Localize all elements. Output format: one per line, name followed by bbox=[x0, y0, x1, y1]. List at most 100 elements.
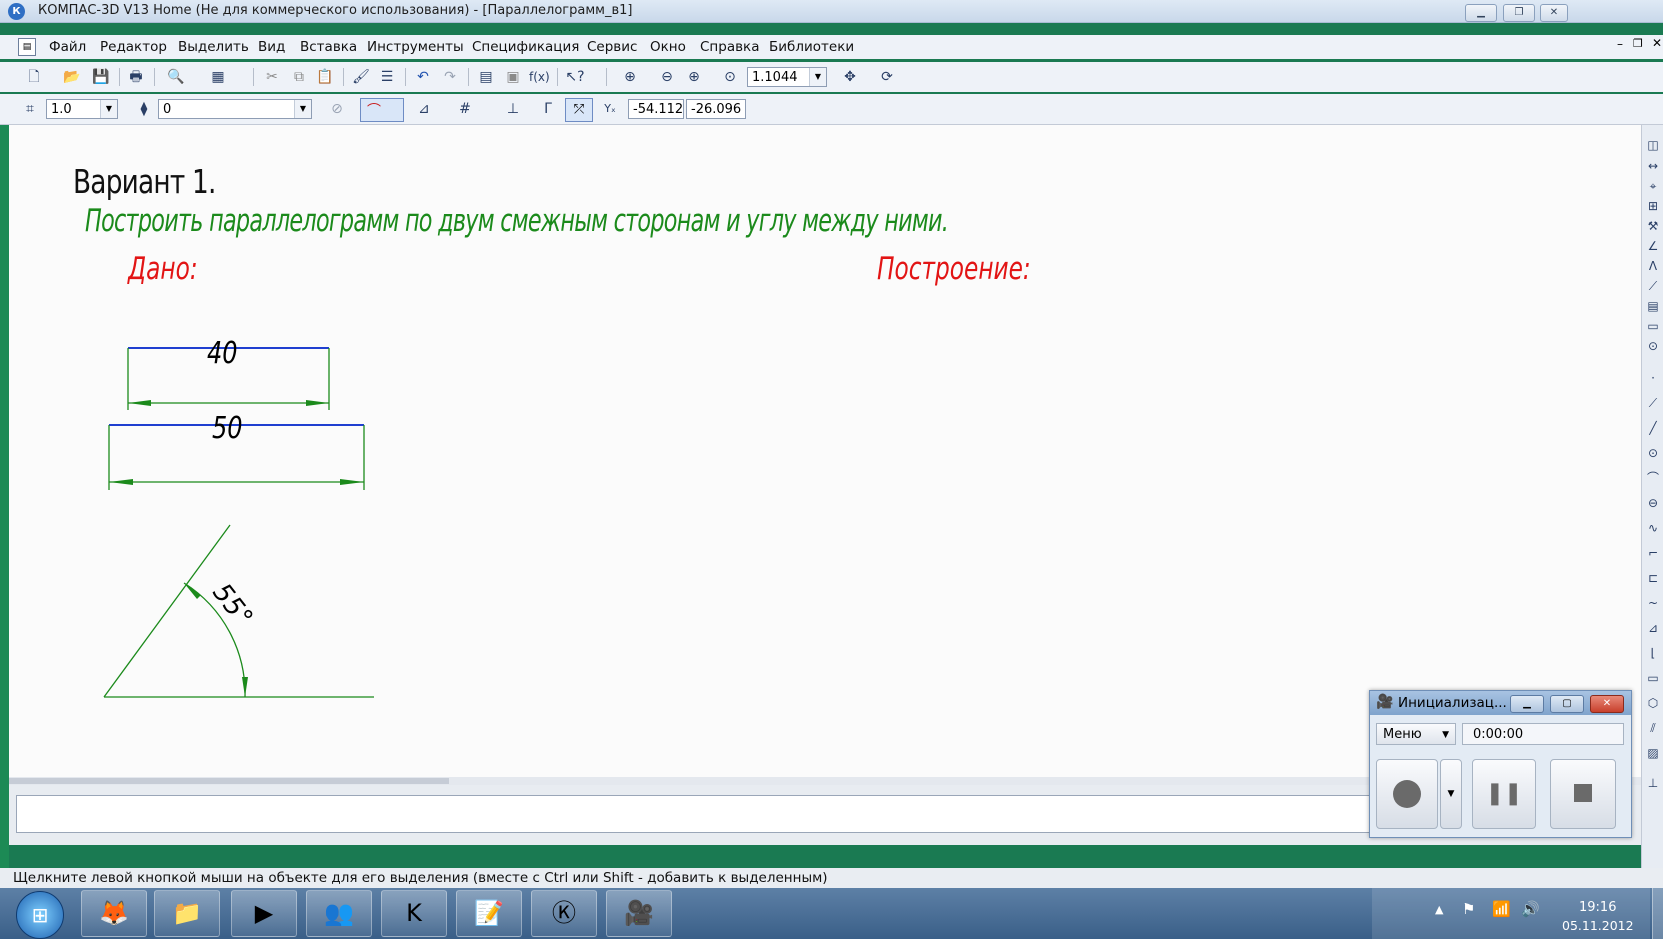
equidistant-icon[interactable]: ⫽ bbox=[1645, 720, 1661, 736]
symbols-icon[interactable]: ⌖ bbox=[1645, 178, 1661, 194]
recorder-maximize-button[interactable]: ▢ bbox=[1550, 695, 1584, 713]
menu-file[interactable]: Файл bbox=[49, 39, 86, 55]
doc-minimize-button[interactable]: – bbox=[1617, 37, 1623, 51]
point-icon[interactable]: · bbox=[1645, 370, 1661, 386]
measure-icon[interactable]: ∠ bbox=[1645, 238, 1661, 254]
menu-view[interactable]: Вид bbox=[258, 39, 285, 55]
recorder-close-button[interactable]: ✕ bbox=[1590, 695, 1624, 713]
redo-icon[interactable]: ↷ bbox=[440, 68, 460, 86]
variables-fx-icon[interactable]: f(x) bbox=[529, 68, 550, 86]
polyline-icon[interactable]: ⌐ bbox=[1645, 545, 1661, 561]
action-center-flag-icon[interactable]: ⚑ bbox=[1462, 900, 1475, 918]
segment-icon[interactable]: ╱ bbox=[1645, 420, 1661, 436]
tray-expand-icon[interactable]: ▲ bbox=[1435, 903, 1443, 916]
paste-icon[interactable]: 📋 bbox=[315, 68, 335, 86]
coord-x-field[interactable]: -54.112 bbox=[628, 99, 684, 119]
properties-brush-icon[interactable]: 🖌 bbox=[351, 68, 371, 86]
record-options-button[interactable]: ▼ bbox=[1440, 759, 1462, 829]
chevron-down-icon[interactable]: ▼ bbox=[294, 100, 311, 118]
coord-y-field[interactable]: -26.096 bbox=[686, 99, 746, 119]
circle-icon[interactable]: ⊙ bbox=[1645, 445, 1661, 461]
recorder-menu-button[interactable]: Меню ▼ bbox=[1376, 723, 1456, 745]
recorder-window[interactable]: 🎥 Инициализац... ▁ ▢ ✕ Меню ▼ 0:00:00 ▼ … bbox=[1369, 690, 1632, 838]
grid-icon[interactable]: # bbox=[455, 100, 475, 118]
parametrization-icon[interactable]: ⚒ bbox=[1645, 218, 1661, 234]
local-cs-icon[interactable]: ⊥ bbox=[503, 100, 523, 118]
explorer-icon[interactable]: 📁 bbox=[154, 890, 220, 937]
spline-icon[interactable]: ∿ bbox=[1645, 520, 1661, 536]
camtasia-icon[interactable]: 🎥 bbox=[606, 890, 672, 937]
menu-select[interactable]: Выделить bbox=[178, 39, 249, 55]
layers-icon[interactable]: ▤ bbox=[476, 68, 496, 86]
chevron-down-icon[interactable]: ▼ bbox=[100, 100, 117, 118]
zoom-out-icon[interactable]: ⊖ bbox=[657, 68, 677, 86]
record-button[interactable] bbox=[1376, 759, 1438, 829]
cut-icon[interactable]: ✂ bbox=[262, 68, 282, 86]
refresh-icon[interactable]: ⟳ bbox=[877, 68, 897, 86]
pan-icon[interactable]: ✥ bbox=[840, 68, 860, 86]
notepad-icon[interactable]: 📝 bbox=[456, 890, 522, 937]
recorder-title-bar[interactable]: 🎥 Инициализац... ▁ ▢ ✕ bbox=[1370, 691, 1631, 715]
media-player-icon[interactable]: ▶ bbox=[231, 890, 297, 937]
command-input-field[interactable] bbox=[16, 795, 1378, 833]
round-icon[interactable]: Γ bbox=[538, 100, 558, 118]
menu-edit[interactable]: Редактор bbox=[100, 39, 167, 55]
step-combo[interactable]: 1.0 ▼ bbox=[46, 99, 118, 119]
menu-libraries[interactable]: Библиотеки bbox=[769, 39, 854, 55]
rectangle-icon[interactable]: ▭ bbox=[1645, 670, 1661, 686]
kompas-logo-icon[interactable]: К bbox=[8, 3, 25, 20]
close-button[interactable]: ✕ bbox=[1540, 4, 1568, 22]
scrollbar-thumb[interactable] bbox=[9, 778, 449, 784]
parametric-mode-button[interactable]: ⤱ bbox=[565, 98, 593, 122]
library-manager-icon[interactable]: ▣ bbox=[503, 68, 523, 86]
chamfer-icon[interactable]: ⊿ bbox=[1645, 620, 1661, 636]
stop-button[interactable] bbox=[1550, 759, 1616, 829]
report-icon[interactable]: ▤ bbox=[1645, 298, 1661, 314]
restore-button[interactable]: ❐ bbox=[1503, 4, 1535, 22]
zoom-in-icon[interactable]: ⊕ bbox=[684, 68, 704, 86]
style-icon[interactable]: ⊘ bbox=[327, 100, 347, 118]
report-icon[interactable]: ☰ bbox=[377, 68, 397, 86]
contour-icon[interactable]: ⊏ bbox=[1645, 570, 1661, 586]
copy-icon[interactable]: ⧉ bbox=[289, 68, 309, 86]
chevron-down-icon[interactable]: ▼ bbox=[809, 68, 826, 86]
open-folder-icon[interactable]: 📂 bbox=[62, 68, 82, 86]
edit-icon[interactable]: ⊞ bbox=[1645, 198, 1661, 214]
fillet-icon[interactable]: ⌊ bbox=[1645, 645, 1661, 661]
save-icon[interactable]: 💾 bbox=[91, 68, 111, 86]
collection-icon[interactable]: ⊥ bbox=[1645, 775, 1661, 791]
start-orb-icon[interactable]: ⊞ bbox=[16, 891, 64, 939]
zoom-scale-icon[interactable]: ⊙ bbox=[720, 68, 740, 86]
menu-service[interactable]: Сервис bbox=[587, 39, 637, 55]
minimize-button[interactable]: ▁ bbox=[1465, 4, 1497, 22]
curve-icon[interactable]: ~ bbox=[1645, 595, 1661, 611]
layer-combo[interactable]: 0 ▼ bbox=[158, 99, 312, 119]
network-signal-icon[interactable]: 📶 bbox=[1492, 900, 1511, 918]
doc-close-button[interactable]: ✕ bbox=[1652, 36, 1662, 50]
show-desktop-button[interactable] bbox=[1652, 888, 1663, 939]
recorder-minimize-button[interactable]: ▁ bbox=[1510, 695, 1544, 713]
pause-button[interactable]: ❚❚ bbox=[1472, 759, 1536, 829]
print-icon[interactable]: 🖶 bbox=[126, 68, 146, 86]
menu-tools[interactable]: Инструменты bbox=[367, 39, 464, 55]
undo-icon[interactable]: ↶ bbox=[413, 68, 433, 86]
dimensions-icon[interactable]: ↔ bbox=[1645, 158, 1661, 174]
new-document-icon[interactable]: 🗋 bbox=[24, 68, 44, 86]
ellipse-icon[interactable]: ⊖ bbox=[1645, 495, 1661, 511]
cursor-step-icon[interactable]: ⌗ bbox=[20, 100, 40, 118]
firefox-icon[interactable]: 🦊 bbox=[81, 890, 147, 937]
link-icon[interactable]: ⊙ bbox=[1645, 338, 1661, 354]
volume-icon[interactable]: 🔊 bbox=[1521, 900, 1540, 918]
help-pointer-icon[interactable]: ↖? bbox=[565, 68, 585, 86]
menu-help[interactable]: Справка bbox=[700, 39, 759, 55]
kaspersky-icon[interactable]: K bbox=[381, 890, 447, 937]
auxiliary-line-icon[interactable]: ⟋ bbox=[1645, 395, 1661, 411]
document-icon[interactable]: ▤ bbox=[18, 38, 36, 56]
doc-restore-button[interactable]: ❐ bbox=[1633, 37, 1643, 50]
dimension-label-50[interactable]: 50 bbox=[212, 411, 243, 446]
clock-time[interactable]: 19:16 bbox=[1579, 900, 1616, 915]
manager-icon[interactable]: ▦ bbox=[208, 68, 228, 86]
snap-magnet-button[interactable]: ⌒ bbox=[360, 98, 404, 122]
dimension-label-40[interactable]: 40 bbox=[207, 336, 238, 371]
menu-insert[interactable]: Вставка bbox=[300, 39, 357, 55]
